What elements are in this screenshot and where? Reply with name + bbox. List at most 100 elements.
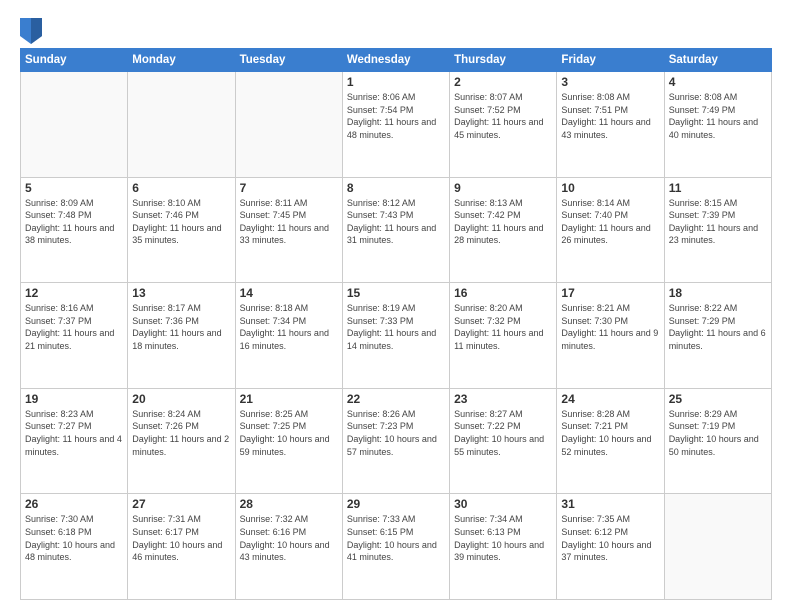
calendar-cell: 5Sunrise: 8:09 AM Sunset: 7:48 PM Daylig… [21,177,128,283]
day-info: Sunrise: 8:10 AM Sunset: 7:46 PM Dayligh… [132,197,230,247]
calendar-cell: 16 Sunrise: 8:20 AM Sunset: 7:32 PM Dayli… [450,283,557,389]
weekday-header-sunday: Sunday [21,49,128,72]
calendar-cell [128,72,235,178]
calendar-cell: 15 Sunrise: 8:19 AM Sunset: 7:33 PM Dayli… [342,283,449,389]
day-number: 16 [454,286,552,300]
calendar-cell: 30 Sunrise: 7:34 AM Sunset: 6:13 PM Dayli… [450,494,557,600]
calendar-cell: 9 Sunrise: 8:13 AM Sunset: 7:42 PM Daylig… [450,177,557,283]
day-number: 7 [240,181,338,195]
day-number: 5 [25,181,123,195]
day-number: 27 [132,497,230,511]
day-number: 12 [25,286,123,300]
day-info: Sunrise: 8:08 AM Sunset: 7:49 PM Dayligh… [669,91,767,141]
calendar-cell: 23 Sunrise: 8:27 AM Sunset: 7:22 PM Dayli… [450,388,557,494]
day-info: Sunrise: 8:18 AM Sunset: 7:34 PM Dayligh… [240,302,338,352]
day-info: Sunrise: 7:35 AM Sunset: 6:12 PM Dayligh… [561,513,659,563]
calendar-cell: 4Sunrise: 8:08 AM Sunset: 7:49 PM Daylig… [664,72,771,178]
calendar-cell: 8 Sunrise: 8:12 AM Sunset: 7:43 PM Daylig… [342,177,449,283]
calendar-cell: 20 Sunrise: 8:24 AM Sunset: 7:26 PM Dayli… [128,388,235,494]
weekday-header-monday: Monday [128,49,235,72]
day-number: 25 [669,392,767,406]
day-number: 29 [347,497,445,511]
day-number: 9 [454,181,552,195]
day-info: Sunrise: 8:19 AM Sunset: 7:33 PM Dayligh… [347,302,445,352]
day-info: Sunrise: 8:26 AM Sunset: 7:23 PM Dayligh… [347,408,445,458]
header [20,18,772,40]
day-number: 3 [561,75,659,89]
week-row-3: 19 Sunrise: 8:23 AM Sunset: 7:27 PM Dayli… [21,388,772,494]
day-info: Sunrise: 8:25 AM Sunset: 7:25 PM Dayligh… [240,408,338,458]
calendar-cell: 17Sunrise: 8:21 AM Sunset: 7:30 PM Dayli… [557,283,664,389]
day-info: Sunrise: 8:20 AM Sunset: 7:32 PM Dayligh… [454,302,552,352]
week-row-4: 26 Sunrise: 7:30 AM Sunset: 6:18 PM Dayli… [21,494,772,600]
calendar-cell: 22Sunrise: 8:26 AM Sunset: 7:23 PM Dayli… [342,388,449,494]
calendar-cell: 7 Sunrise: 8:11 AM Sunset: 7:45 PM Daylig… [235,177,342,283]
page: SundayMondayTuesdayWednesdayThursdayFrid… [0,0,792,612]
weekday-header-thursday: Thursday [450,49,557,72]
day-number: 20 [132,392,230,406]
day-number: 23 [454,392,552,406]
calendar-cell: 26 Sunrise: 7:30 AM Sunset: 6:18 PM Dayli… [21,494,128,600]
day-number: 8 [347,181,445,195]
day-number: 10 [561,181,659,195]
calendar-cell [664,494,771,600]
day-info: Sunrise: 7:33 AM Sunset: 6:15 PM Dayligh… [347,513,445,563]
calendar-cell: 25 Sunrise: 8:29 AM Sunset: 7:19 PM Dayli… [664,388,771,494]
calendar-cell: 28 Sunrise: 7:32 AM Sunset: 6:16 PM Dayli… [235,494,342,600]
day-info: Sunrise: 7:30 AM Sunset: 6:18 PM Dayligh… [25,513,123,563]
day-number: 24 [561,392,659,406]
day-info: Sunrise: 8:11 AM Sunset: 7:45 PM Dayligh… [240,197,338,247]
day-info: Sunrise: 8:14 AM Sunset: 7:40 PM Dayligh… [561,197,659,247]
day-info: Sunrise: 8:28 AM Sunset: 7:21 PM Dayligh… [561,408,659,458]
calendar-cell: 1 Sunrise: 8:06 AM Sunset: 7:54 PM Daylig… [342,72,449,178]
calendar-cell: 31 Sunrise: 7:35 AM Sunset: 6:12 PM Dayli… [557,494,664,600]
calendar-cell [235,72,342,178]
day-info: Sunrise: 8:13 AM Sunset: 7:42 PM Dayligh… [454,197,552,247]
day-info: Sunrise: 8:15 AM Sunset: 7:39 PM Dayligh… [669,197,767,247]
day-info: Sunrise: 8:27 AM Sunset: 7:22 PM Dayligh… [454,408,552,458]
day-info: Sunrise: 8:08 AM Sunset: 7:51 PM Dayligh… [561,91,659,141]
weekday-header-wednesday: Wednesday [342,49,449,72]
calendar-cell: 21 Sunrise: 8:25 AM Sunset: 7:25 PM Dayli… [235,388,342,494]
day-info: Sunrise: 8:12 AM Sunset: 7:43 PM Dayligh… [347,197,445,247]
day-info: Sunrise: 8:17 AM Sunset: 7:36 PM Dayligh… [132,302,230,352]
day-number: 1 [347,75,445,89]
day-number: 19 [25,392,123,406]
week-row-2: 12Sunrise: 8:16 AM Sunset: 7:37 PM Dayli… [21,283,772,389]
day-info: Sunrise: 7:31 AM Sunset: 6:17 PM Dayligh… [132,513,230,563]
calendar-cell: 27 Sunrise: 7:31 AM Sunset: 6:17 PM Dayli… [128,494,235,600]
day-info: Sunrise: 8:07 AM Sunset: 7:52 PM Dayligh… [454,91,552,141]
week-row-1: 5Sunrise: 8:09 AM Sunset: 7:48 PM Daylig… [21,177,772,283]
calendar-cell: 14Sunrise: 8:18 AM Sunset: 7:34 PM Dayli… [235,283,342,389]
day-info: Sunrise: 8:21 AM Sunset: 7:30 PM Dayligh… [561,302,659,352]
week-row-0: 1 Sunrise: 8:06 AM Sunset: 7:54 PM Daylig… [21,72,772,178]
day-number: 13 [132,286,230,300]
day-number: 21 [240,392,338,406]
calendar-cell [21,72,128,178]
weekday-header-saturday: Saturday [664,49,771,72]
calendar-cell: 29 Sunrise: 7:33 AM Sunset: 6:15 PM Dayli… [342,494,449,600]
calendar-table: SundayMondayTuesdayWednesdayThursdayFrid… [20,48,772,600]
day-number: 15 [347,286,445,300]
day-info: Sunrise: 8:24 AM Sunset: 7:26 PM Dayligh… [132,408,230,458]
day-info: Sunrise: 7:32 AM Sunset: 6:16 PM Dayligh… [240,513,338,563]
day-number: 26 [25,497,123,511]
day-info: Sunrise: 8:23 AM Sunset: 7:27 PM Dayligh… [25,408,123,458]
day-info: Sunrise: 8:06 AM Sunset: 7:54 PM Dayligh… [347,91,445,141]
calendar-cell: 13 Sunrise: 8:17 AM Sunset: 7:36 PM Dayli… [128,283,235,389]
calendar-cell: 6Sunrise: 8:10 AM Sunset: 7:46 PM Daylig… [128,177,235,283]
calendar-cell: 12Sunrise: 8:16 AM Sunset: 7:37 PM Dayli… [21,283,128,389]
calendar-cell: 3 Sunrise: 8:08 AM Sunset: 7:51 PM Daylig… [557,72,664,178]
logo-icon [20,18,38,40]
day-number: 30 [454,497,552,511]
calendar-cell: 24 Sunrise: 8:28 AM Sunset: 7:21 PM Dayli… [557,388,664,494]
weekday-header-tuesday: Tuesday [235,49,342,72]
day-info: Sunrise: 8:29 AM Sunset: 7:19 PM Dayligh… [669,408,767,458]
logo [20,18,42,40]
day-number: 28 [240,497,338,511]
day-number: 18 [669,286,767,300]
day-number: 31 [561,497,659,511]
weekday-header-friday: Friday [557,49,664,72]
day-info: Sunrise: 7:34 AM Sunset: 6:13 PM Dayligh… [454,513,552,563]
calendar-cell: 2Sunrise: 8:07 AM Sunset: 7:52 PM Daylig… [450,72,557,178]
